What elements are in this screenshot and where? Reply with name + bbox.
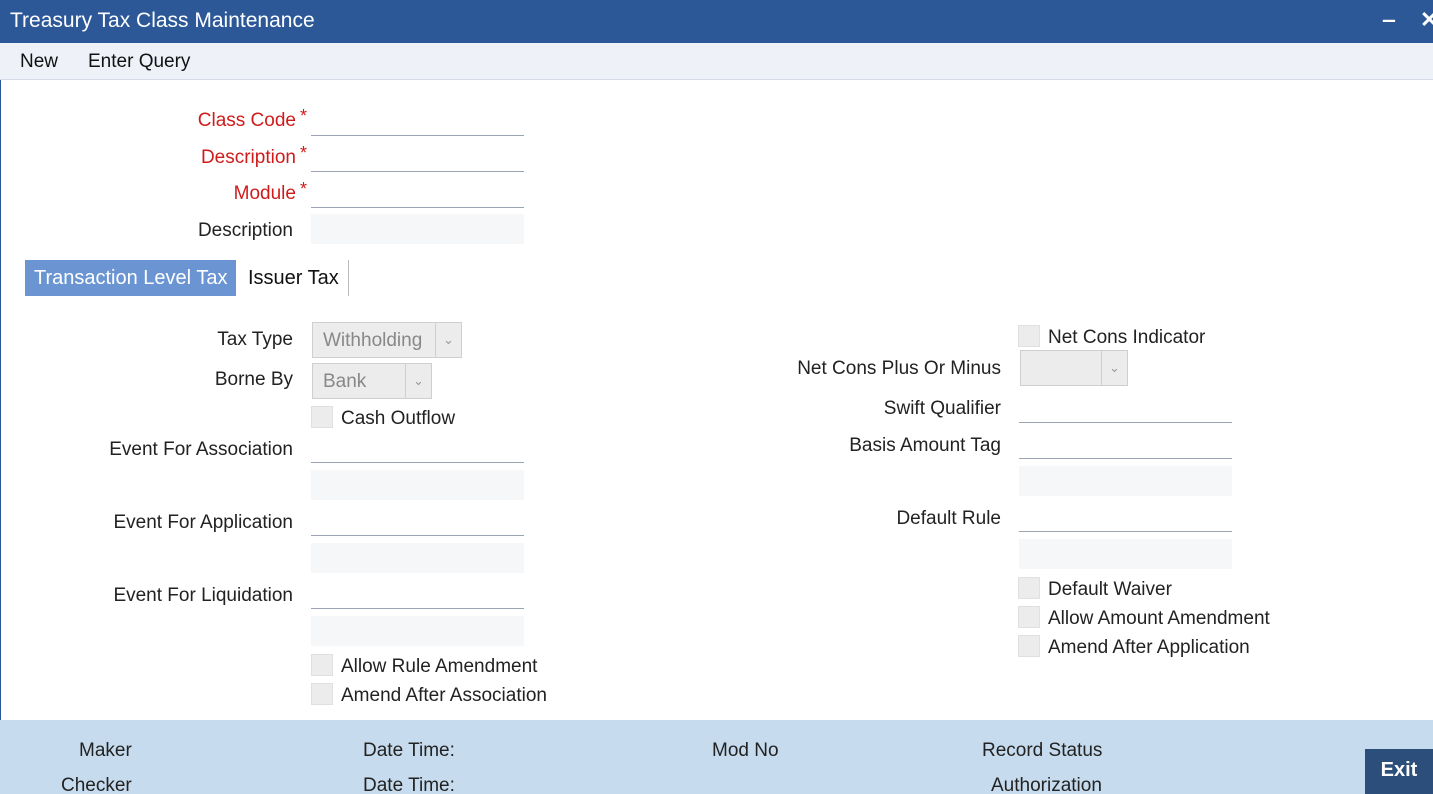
event-association-label: Event For Association	[109, 439, 293, 460]
event-liquidation-description	[311, 616, 524, 646]
cash-outflow-checkbox[interactable]	[311, 406, 333, 428]
window-titlebar: Treasury Tax Class Maintenance ‒ ✕	[0, 0, 1433, 43]
description-input[interactable]	[311, 142, 524, 172]
event-association-description	[311, 470, 524, 500]
basis-amount-tag-label: Basis Amount Tag	[849, 435, 1001, 456]
swift-qualifier-label: Swift Qualifier	[883, 398, 1001, 419]
tax-type-label: Tax Type	[217, 329, 293, 350]
tax-type-value: Withholding	[323, 330, 423, 351]
event-liquidation-label: Event For Liquidation	[113, 585, 293, 606]
authorization-label: Authorization	[991, 775, 1102, 794]
event-application-description	[311, 543, 524, 573]
new-button[interactable]: New	[20, 51, 58, 73]
basis-amount-tag-input[interactable]	[1019, 429, 1232, 459]
net-cons-indicator-checkbox[interactable]	[1018, 325, 1040, 347]
net-cons-plus-minus-label: Net Cons Plus Or Minus	[797, 358, 1001, 379]
enter-query-button[interactable]: Enter Query	[88, 51, 190, 73]
basis-amount-tag-description	[1019, 466, 1232, 496]
net-cons-plus-minus-select[interactable]: ⌄	[1020, 350, 1128, 386]
allow-amount-amendment-label: Allow Amount Amendment	[1048, 608, 1270, 629]
event-liquidation-input[interactable]	[311, 579, 524, 609]
maker-date-time-label: Date Time:	[363, 740, 455, 761]
mod-no-label: Mod No	[712, 740, 779, 761]
amend-after-association-checkbox[interactable]	[311, 683, 333, 705]
form-content: Class Code * Description * Module * Descrip…	[0, 80, 1433, 720]
close-icon[interactable]: ✕	[1420, 6, 1433, 34]
swift-qualifier-input[interactable]	[1019, 393, 1232, 423]
chevron-down-icon: ⌄	[435, 323, 461, 357]
default-waiver-label: Default Waiver	[1048, 579, 1172, 600]
checker-label: Checker	[61, 775, 132, 794]
borne-by-select[interactable]: Bank ⌄	[312, 363, 432, 399]
event-association-input[interactable]	[311, 433, 524, 463]
default-rule-input[interactable]	[1019, 502, 1232, 532]
default-rule-label: Default Rule	[896, 508, 1001, 529]
required-marker: *	[299, 179, 307, 199]
event-application-label: Event For Application	[113, 512, 293, 533]
class-code-input[interactable]	[311, 106, 524, 136]
maker-label: Maker	[79, 740, 132, 761]
record-status-label: Record Status	[982, 740, 1103, 761]
checker-date-time-label: Date Time:	[363, 775, 455, 794]
allow-rule-amendment-label: Allow Rule Amendment	[341, 656, 538, 677]
borne-by-value: Bank	[323, 371, 367, 392]
description-label: Description *	[200, 143, 307, 168]
event-application-input[interactable]	[311, 506, 524, 536]
toolbar: New Enter Query	[0, 43, 1433, 80]
allow-rule-amendment-checkbox[interactable]	[311, 654, 333, 676]
required-marker: *	[299, 106, 307, 126]
amend-after-application-label: Amend After Application	[1048, 637, 1250, 658]
module-description-label: Description	[197, 220, 293, 241]
cash-outflow-label: Cash Outflow	[341, 408, 456, 429]
default-waiver-checkbox[interactable]	[1018, 577, 1040, 599]
chevron-down-icon: ⌄	[405, 364, 431, 398]
default-rule-description	[1019, 539, 1232, 569]
required-marker: *	[299, 143, 307, 163]
audit-footer: Maker Checker Date Time: Date Time: Mod …	[0, 720, 1433, 794]
chevron-down-icon: ⌄	[1101, 351, 1127, 385]
allow-amount-amendment-checkbox[interactable]	[1018, 606, 1040, 628]
window-title: Treasury Tax Class Maintenance	[10, 9, 315, 32]
minimize-icon[interactable]: ‒	[1378, 6, 1400, 34]
module-description-field	[311, 214, 524, 244]
amend-after-application-checkbox[interactable]	[1018, 635, 1040, 657]
module-input[interactable]	[311, 178, 524, 208]
borne-by-label: Borne By	[214, 369, 293, 390]
amend-after-association-label: Amend After Association	[341, 685, 547, 706]
class-code-label: Class Code *	[197, 106, 307, 131]
net-cons-indicator-label: Net Cons Indicator	[1048, 327, 1206, 348]
exit-button[interactable]: Exit	[1365, 749, 1433, 794]
module-label: Module *	[233, 179, 307, 204]
tab-transaction-level-tax[interactable]: Transaction Level Tax	[25, 260, 237, 296]
tab-issuer-tax[interactable]: Issuer Tax	[239, 260, 349, 296]
tax-type-select[interactable]: Withholding ⌄	[312, 322, 462, 358]
